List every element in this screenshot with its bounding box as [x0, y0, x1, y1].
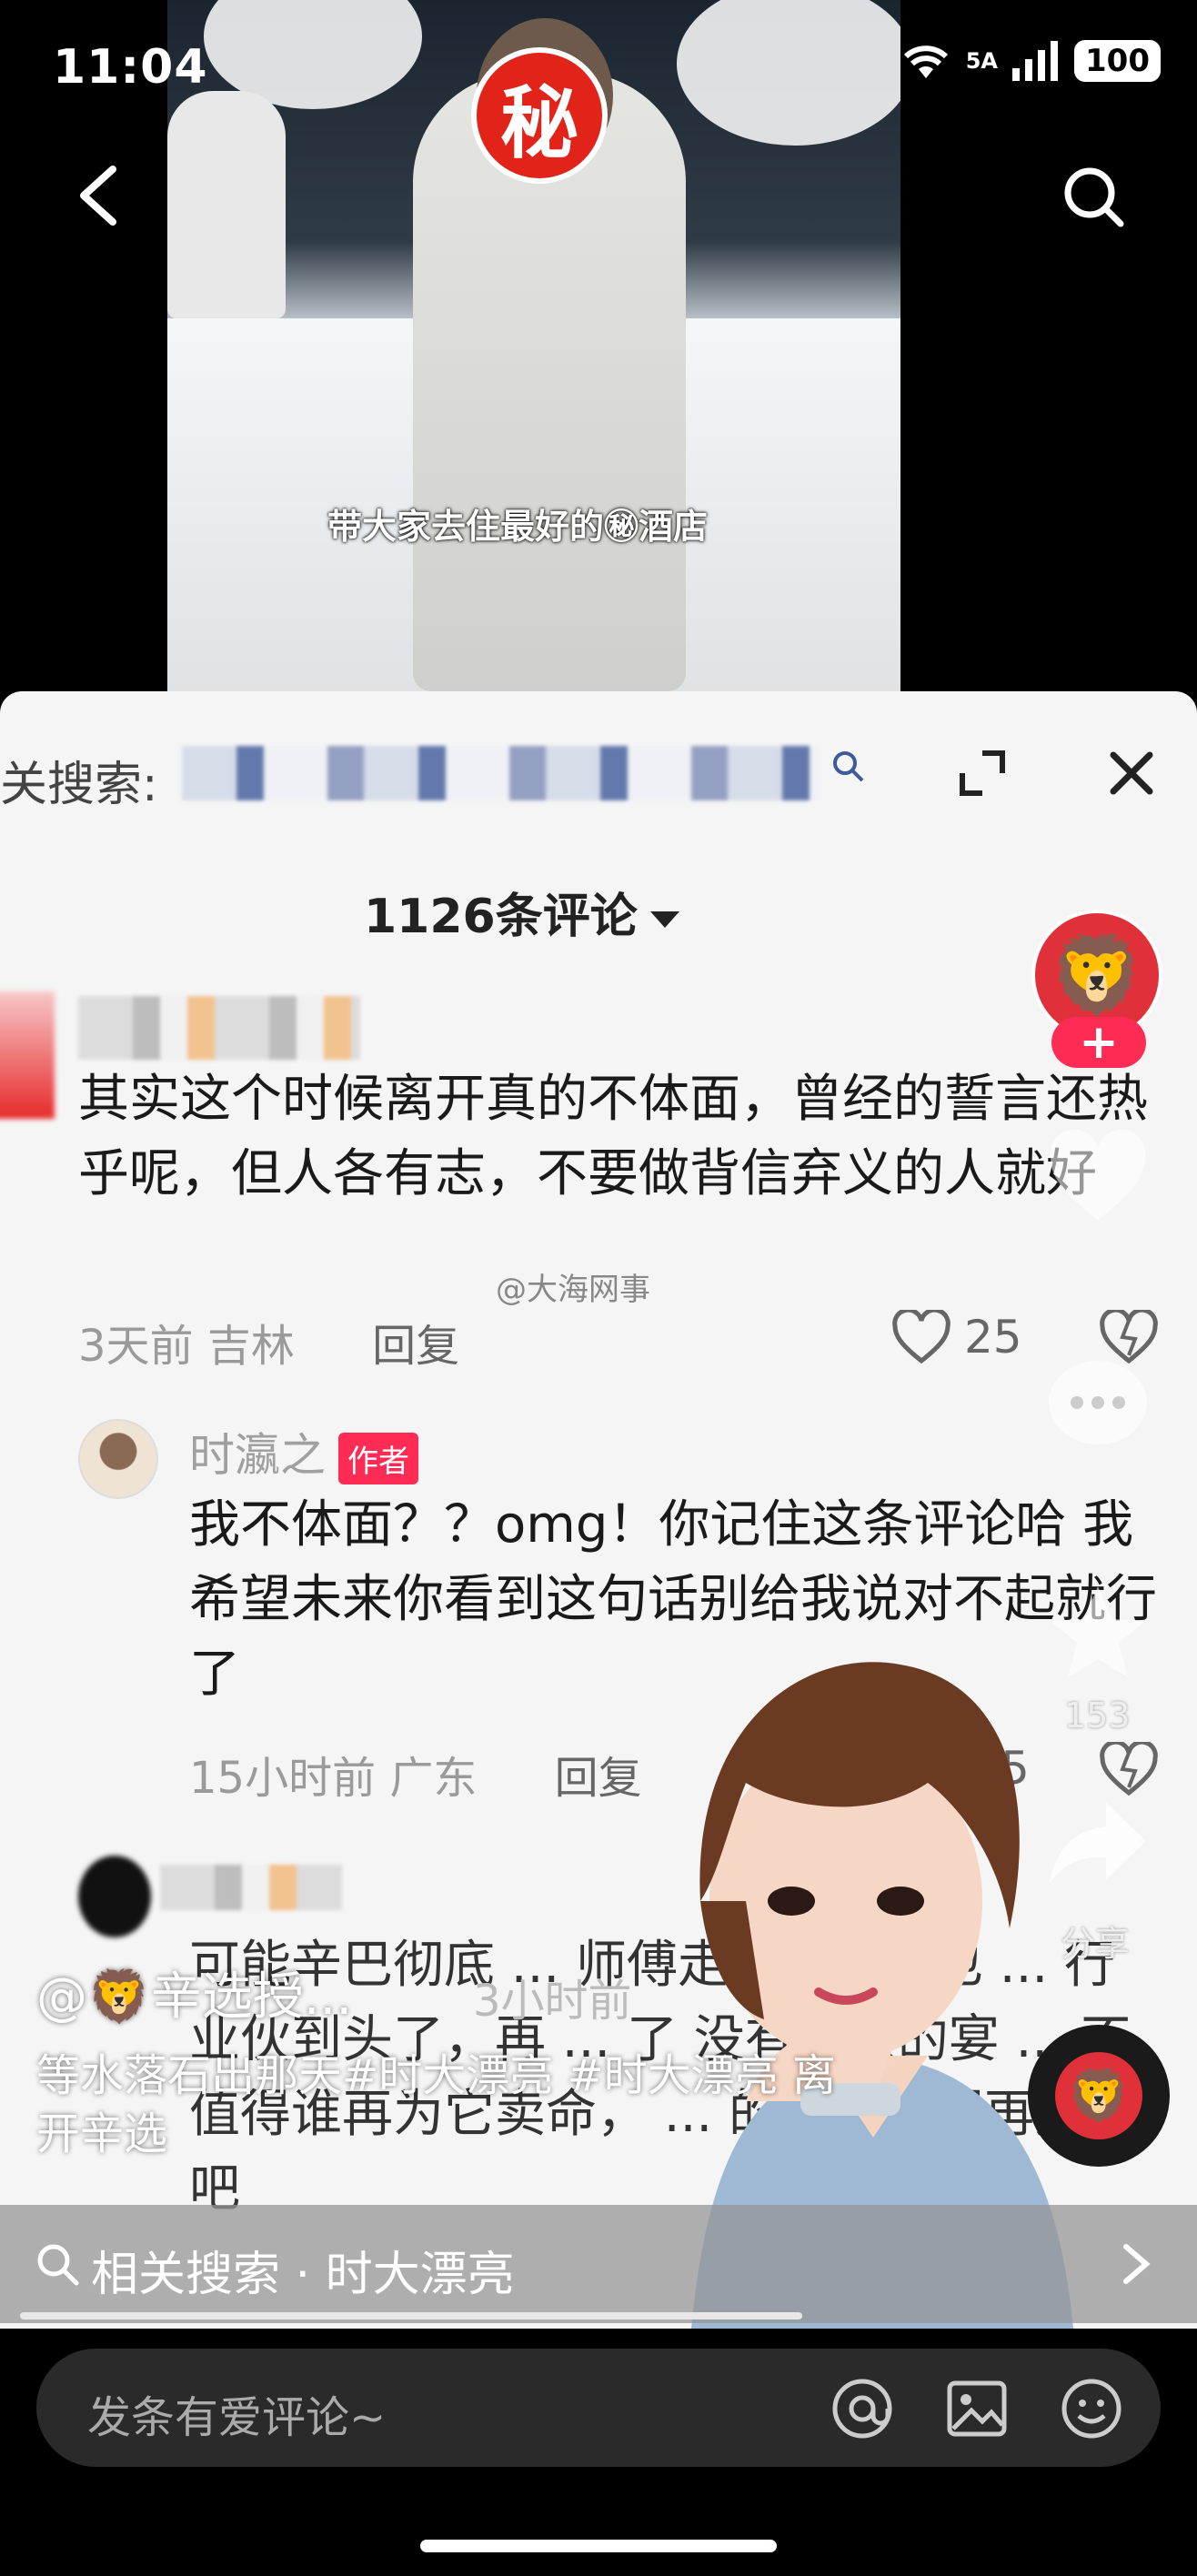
avatar[interactable]	[0, 991, 55, 1119]
comment-text: 其实这个时候离开真的不体面，曾经的誓言还热乎呢，但人各有志，不要做背信弃义的人就…	[78, 1070, 1148, 1203]
status-bar: 11:04 5A 100	[0, 0, 1197, 136]
comment-input-area: 发条有爱评论~	[0, 2329, 1197, 2576]
like-button[interactable]: 25	[891, 1310, 1022, 1364]
network-type: 5A	[965, 48, 999, 74]
reply-button[interactable]: 回复	[372, 1321, 459, 1372]
comment-meta: 15小时前 广东 回复	[189, 1742, 642, 1806]
status-time: 11:04	[53, 40, 208, 95]
video-author[interactable]: @🦁辛选授...	[36, 1956, 352, 2029]
related-search-label: 相关搜索 · 时大漂亮	[91, 2248, 515, 2302]
chevron-right-icon	[1123, 2244, 1151, 2284]
video-caption: 带大家去住最好的㊙酒店	[327, 507, 709, 547]
favorite-count: 153	[1064, 1696, 1131, 1736]
reply-button[interactable]: 回复	[555, 1753, 642, 1804]
music-disc-avatar: 🦁	[1055, 2052, 1142, 2139]
back-icon[interactable]	[73, 164, 127, 227]
author-avatar[interactable]	[78, 1419, 158, 1499]
comment-time: 15小时前	[189, 1753, 377, 1804]
search-icon	[37, 2244, 79, 2286]
music-disc[interactable]: 🦁	[1028, 2025, 1170, 2167]
author-badge: 作者	[338, 1433, 418, 1484]
sheet-header: 关搜索:	[0, 691, 1197, 855]
comment-location: 吉林	[206, 1321, 295, 1372]
comment-location: 广东	[389, 1753, 478, 1804]
wifi-icon	[903, 45, 948, 78]
heart-icon[interactable]	[1044, 1128, 1152, 1228]
video-progress-bar[interactable]	[20, 2312, 802, 2319]
share-label: 分享	[1061, 1924, 1131, 1964]
related-search-bar[interactable]: 相关搜索 · 时大漂亮	[0, 2205, 1197, 2323]
comment-time: 3天前	[78, 1321, 194, 1372]
search-icon[interactable]	[830, 748, 866, 784]
battery-indicator: 100	[1074, 40, 1161, 82]
avatar[interactable]	[78, 1856, 151, 1937]
comment-count-label: 1126条评论	[364, 890, 638, 944]
home-indicator[interactable]	[420, 2540, 777, 2552]
star-icon[interactable]	[1046, 1583, 1150, 1683]
comment-time: 3小时前	[473, 1976, 632, 2027]
comment-input[interactable]: 发条有爱评论~	[36, 2349, 1161, 2467]
comment-icon[interactable]	[1044, 1355, 1152, 1455]
share-icon[interactable]	[1046, 1797, 1150, 1888]
author-name[interactable]: 时瀛之	[189, 1429, 326, 1482]
commenter-name[interactable]	[160, 1865, 342, 1910]
caret-down-icon	[649, 911, 679, 928]
close-icon[interactable]	[1104, 746, 1159, 800]
heart-icon	[892, 1310, 951, 1364]
comment-input-placeholder: 发条有爱评论~	[87, 2392, 387, 2443]
expand-icon[interactable]	[955, 746, 1010, 800]
video-description: 等水落石出那天#时大漂亮 #时大漂亮 离开辛选	[36, 2050, 836, 2159]
follow-button[interactable]: +	[1051, 1015, 1146, 1070]
emoji-icon[interactable]	[1059, 2376, 1124, 2441]
like-count: 25	[964, 1311, 1022, 1363]
blurred-search-term[interactable]	[182, 746, 819, 800]
signal-icon	[1012, 41, 1059, 81]
mention-icon[interactable]	[830, 2376, 895, 2441]
search-icon[interactable]	[1061, 164, 1126, 229]
comment-count[interactable]: 1126条评论	[364, 878, 679, 946]
author-name-row: 时瀛之 作者	[189, 1419, 418, 1484]
commenter-name[interactable]	[78, 996, 360, 1060]
related-search-prefix[interactable]: 关搜索:	[0, 746, 158, 814]
comment-meta: 3天前 吉林 回复	[78, 1310, 459, 1374]
watermark: @大海网事	[496, 1272, 650, 1308]
image-icon[interactable]	[944, 2376, 1010, 2441]
